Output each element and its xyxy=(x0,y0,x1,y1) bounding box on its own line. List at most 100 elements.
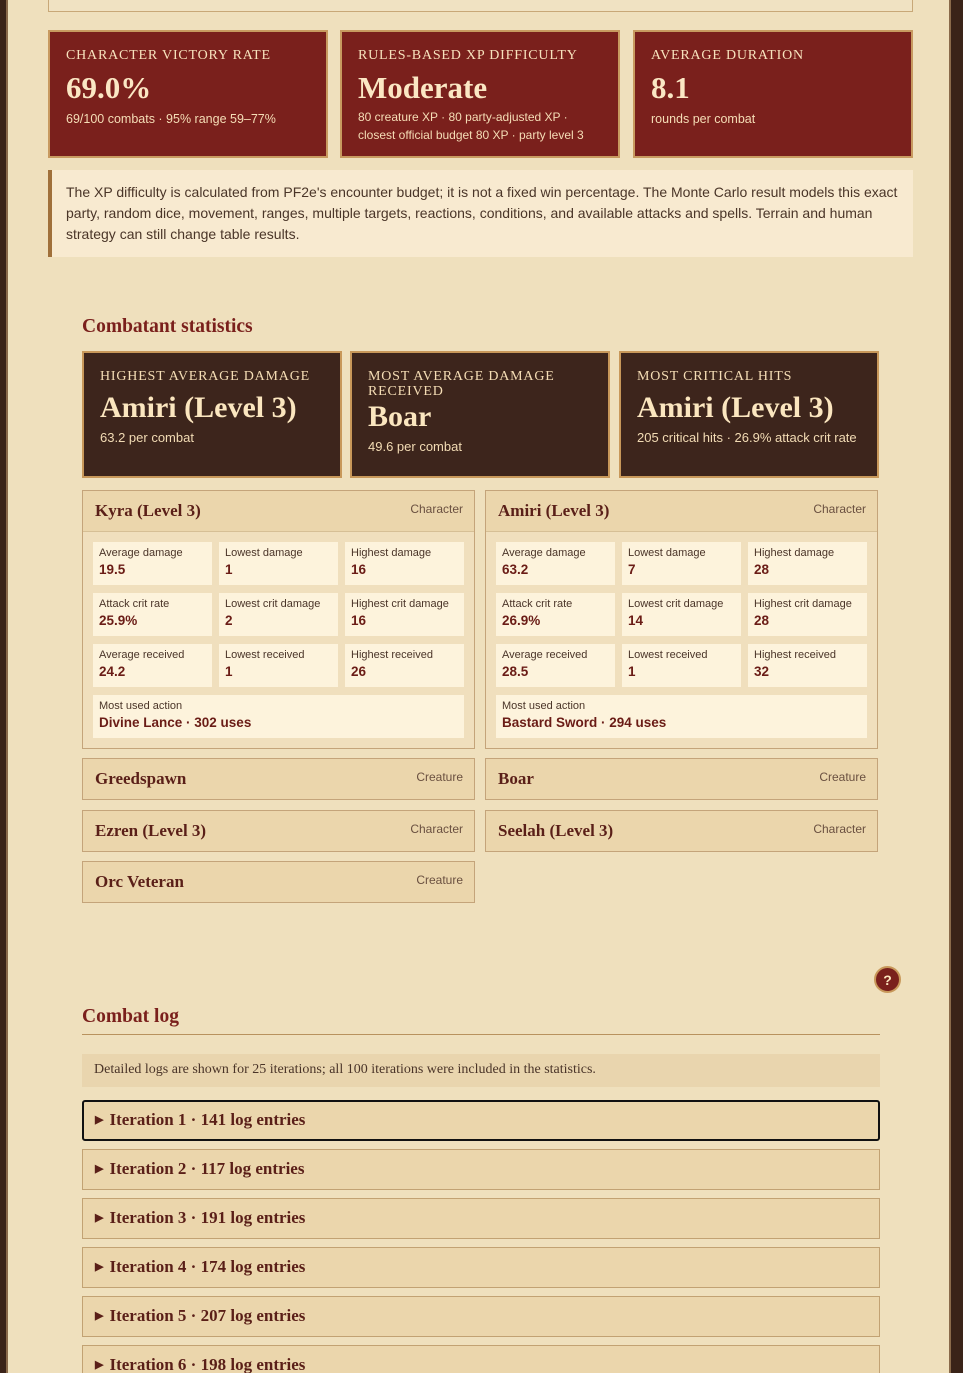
summary-value: 8.1 xyxy=(651,70,690,105)
iteration-item[interactable]: ▶ Iteration 1 · 141 log entries xyxy=(82,1100,880,1141)
summary-sub: 69/100 combats · 95% range 59–77% xyxy=(66,112,276,126)
iteration-item[interactable]: ▶ Iteration 3 · 191 log entries xyxy=(82,1198,880,1239)
difficulty-note: The XP difficulty is calculated from PF2… xyxy=(48,170,913,257)
iteration-label: Iteration 5 · 207 log entries xyxy=(109,1306,306,1325)
stat-lowest-crit-damage: Lowest crit damage 14 xyxy=(622,593,741,636)
summary-label: Character victory rate xyxy=(66,48,271,63)
iteration-item[interactable]: ▶ Iteration 6 · 198 log entries xyxy=(82,1345,880,1373)
triangle-right-icon: ▶ xyxy=(95,1212,104,1224)
combatant-card-header[interactable]: Boar Creature xyxy=(486,759,877,799)
stat-lowest-received: Lowest received 1 xyxy=(622,644,741,687)
summary-row: Character victory rate 69.0% 69/100 comb… xyxy=(48,30,913,158)
xp-difficulty-card: Rules-based XP difficulty Moderate 80 cr… xyxy=(340,30,620,158)
stat-value: 63.2 xyxy=(502,562,529,577)
stat-attack-crit-rate: Attack crit rate 26.9% xyxy=(496,593,615,636)
iteration-label: Iteration 6 · 198 log entries xyxy=(109,1355,306,1373)
stat-value: 28 xyxy=(754,562,770,577)
stat-average-received: Average received 24.2 xyxy=(93,644,212,687)
stat-label: Most used action xyxy=(502,700,586,712)
iteration-label: Iteration 1 · 141 log entries xyxy=(109,1110,306,1129)
stat-label: Average damage xyxy=(502,547,586,559)
highlight-row: Highest average damage Amiri (Level 3) 6… xyxy=(82,351,880,478)
combatant-name: Amiri (Level 3) xyxy=(498,501,610,520)
stat-highest-damage: Highest damage 28 xyxy=(748,542,867,585)
stat-most-used-action: Most used action Bastard Sword · 294 use… xyxy=(496,695,867,738)
stat-label: Average damage xyxy=(99,547,183,559)
summary-label: Average duration xyxy=(651,48,804,63)
stat-label: Lowest damage xyxy=(225,547,303,559)
summary-sub: rounds per combat xyxy=(651,112,756,126)
stat-label: Most used action xyxy=(99,700,183,712)
stat-value: Bastard Sword · 294 uses xyxy=(502,715,667,730)
combatant-card-seelah[interactable]: Seelah (Level 3) Character xyxy=(485,810,878,852)
highlight-label: Highest average damage xyxy=(100,369,310,384)
stat-value: 25.9% xyxy=(99,613,138,628)
stat-lowest-damage: Lowest damage 7 xyxy=(622,542,741,585)
most-critical-hits-card: Most critical hits Amiri (Level 3) 205 c… xyxy=(619,351,879,478)
iteration-item[interactable]: ▶ Iteration 5 · 207 log entries xyxy=(82,1296,880,1337)
stat-average-damage: Average damage 63.2 xyxy=(496,542,615,585)
stat-value: 1 xyxy=(628,664,636,679)
highest-damage-card: Highest average damage Amiri (Level 3) 6… xyxy=(82,351,342,478)
highlight-value: Amiri (Level 3) xyxy=(637,391,834,424)
stat-highest-crit-damage: Highest crit damage 16 xyxy=(345,593,464,636)
section-divider xyxy=(82,1034,880,1035)
triangle-right-icon: ▶ xyxy=(95,1359,104,1371)
help-button[interactable]: ? xyxy=(874,966,901,993)
combatant-card-header[interactable]: Kyra (Level 3) Character xyxy=(83,491,474,531)
top-panel-edge xyxy=(48,0,913,12)
combatant-name: Boar xyxy=(498,769,534,788)
combat-log-title: Combat log xyxy=(82,1006,179,1027)
combatant-name: Orc Veteran xyxy=(95,872,184,891)
summary-value: Moderate xyxy=(358,70,488,105)
stat-most-used-action: Most used action Divine Lance · 302 uses xyxy=(93,695,464,738)
combatant-type: Creature xyxy=(416,770,463,784)
triangle-right-icon: ▶ xyxy=(95,1114,104,1126)
stat-label: Highest crit damage xyxy=(754,598,852,610)
most-damage-received-card: Most average damage received Boar 49.6 p… xyxy=(350,351,610,478)
combatant-card-boar[interactable]: Boar Creature xyxy=(485,758,878,800)
iteration-item[interactable]: ▶ Iteration 2 · 117 log entries xyxy=(82,1149,880,1190)
stat-average-damage: Average damage 19.5 xyxy=(93,542,212,585)
stat-value: 26 xyxy=(351,664,367,679)
combatant-card-amiri: Amiri (Level 3) Character Average damage… xyxy=(485,490,878,749)
stat-label: Highest damage xyxy=(351,547,432,559)
stat-highest-received: Highest received 32 xyxy=(748,644,867,687)
summary-label: Rules-based XP difficulty xyxy=(358,48,578,63)
stat-value: Divine Lance · 302 uses xyxy=(99,715,252,730)
combatant-type: Character xyxy=(410,822,463,836)
combatant-name: Seelah (Level 3) xyxy=(498,821,614,840)
iteration-item[interactable]: ▶ Iteration 4 · 174 log entries xyxy=(82,1247,880,1288)
combatant-name: Ezren (Level 3) xyxy=(95,821,207,840)
combatant-card-header[interactable]: Orc Veteran Creature xyxy=(83,862,474,902)
stat-lowest-received: Lowest received 1 xyxy=(219,644,338,687)
combatant-card-header[interactable]: Ezren (Level 3) Character xyxy=(83,811,474,851)
stat-label: Lowest received xyxy=(225,649,305,661)
stat-label: Highest received xyxy=(754,649,836,661)
combatant-card-orc-veteran[interactable]: Orc Veteran Creature xyxy=(82,861,475,903)
stat-value: 16 xyxy=(351,613,367,628)
combatant-card-header[interactable]: Seelah (Level 3) Character xyxy=(486,811,877,851)
stat-label: Lowest damage xyxy=(628,547,706,559)
combatant-card-header[interactable]: Amiri (Level 3) Character xyxy=(486,491,877,531)
stat-value: 1 xyxy=(225,664,233,679)
combatant-card-ezren[interactable]: Ezren (Level 3) Character xyxy=(82,810,475,852)
stat-highest-crit-damage: Highest crit damage 28 xyxy=(748,593,867,636)
stat-value: 24.2 xyxy=(99,664,126,679)
combatant-card-header[interactable]: Greedspawn Creature xyxy=(83,759,474,799)
stat-label: Average received xyxy=(502,649,588,661)
combatant-name: Greedspawn xyxy=(95,769,187,788)
page: Character victory rate 69.0% 69/100 comb… xyxy=(6,0,951,1373)
highlight-label: Most average damage received xyxy=(368,369,555,399)
combatant-type: Character xyxy=(410,502,463,516)
combatant-statistics-title: Combatant statistics xyxy=(82,316,253,337)
stat-lowest-crit-damage: Lowest crit damage 2 xyxy=(219,593,338,636)
highlight-sub: 49.6 per combat xyxy=(368,439,462,454)
stat-label: Average received xyxy=(99,649,185,661)
combatant-type: Creature xyxy=(416,873,463,887)
combatant-card-greedspawn[interactable]: Greedspawn Creature xyxy=(82,758,475,800)
triangle-right-icon: ▶ xyxy=(95,1163,104,1175)
stat-label: Highest crit damage xyxy=(351,598,449,610)
stat-value: 7 xyxy=(628,562,636,577)
victory-rate-card: Character victory rate 69.0% 69/100 comb… xyxy=(48,30,328,158)
